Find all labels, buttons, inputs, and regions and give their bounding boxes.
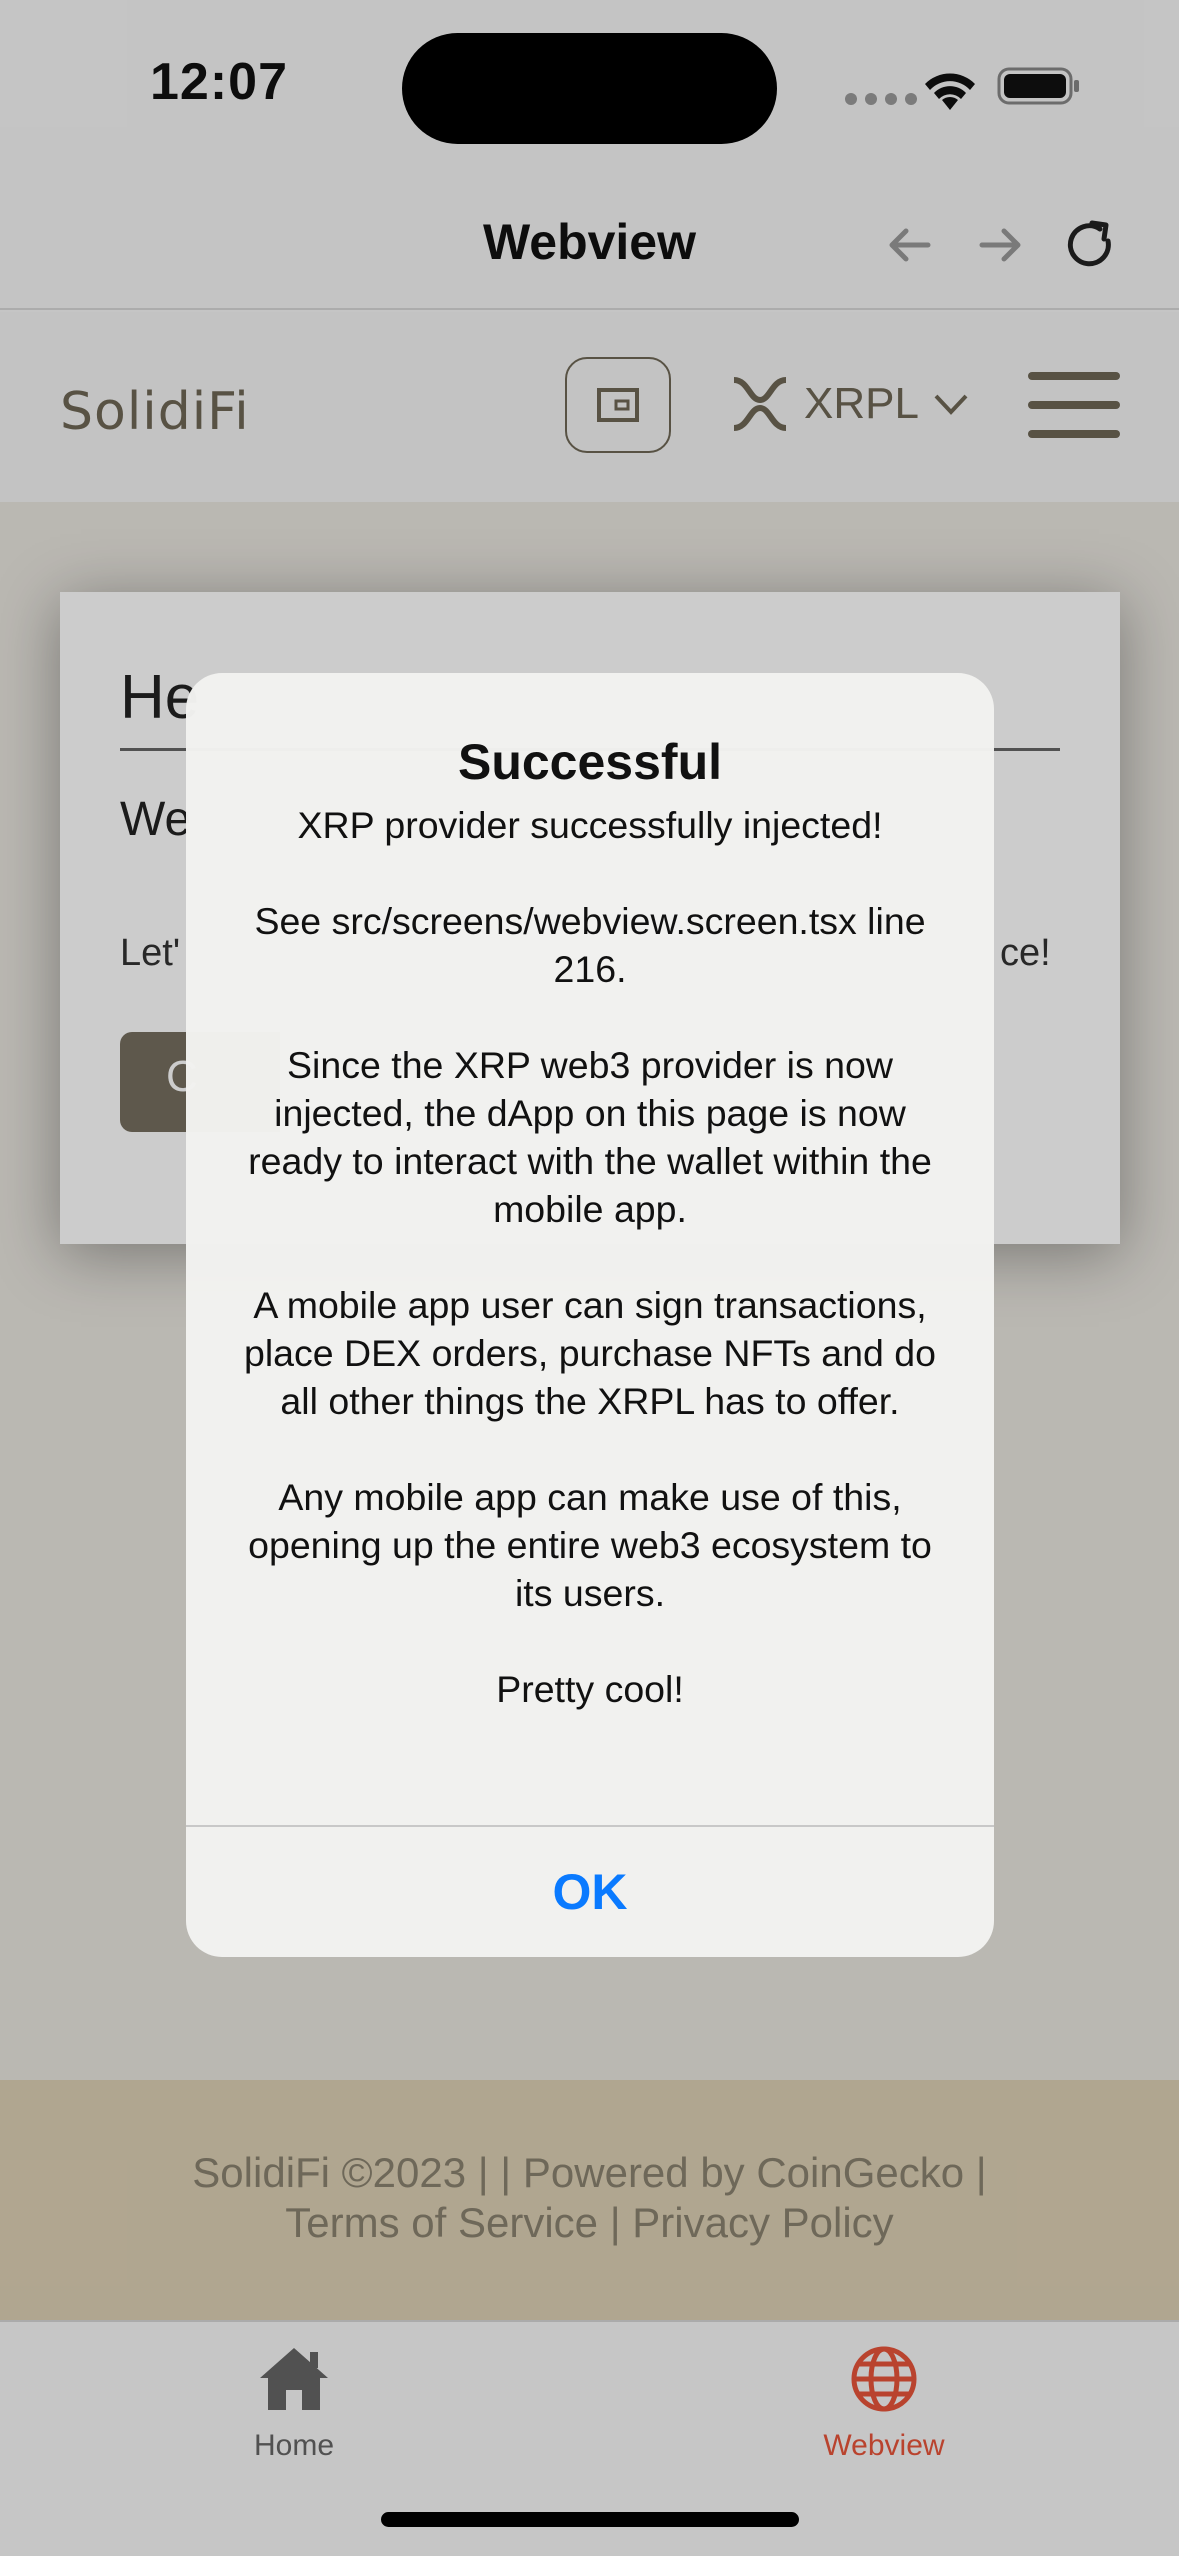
alert-paragraph: Any mobile app can make use of this, ope… (248, 1476, 932, 1614)
alert-message: XRP provider successfully injected! See … (226, 801, 954, 1761)
alert-title: Successful (457, 734, 722, 790)
alert-paragraph: Since the XRP web3 provider is now injec… (248, 1044, 932, 1230)
alert-paragraph: See src/screens/webview.screen.tsx line … (254, 900, 926, 990)
alert-paragraph: Pretty cool! (496, 1668, 684, 1710)
alert-paragraph: A mobile app user can sign transactions,… (243, 1284, 936, 1422)
alert-dialog: Successful XRP provider successfully inj… (186, 673, 994, 1957)
home-indicator[interactable] (381, 2512, 799, 2527)
alert-ok-button[interactable]: OK (186, 1827, 994, 1957)
alert-paragraph: XRP provider successfully injected! (297, 804, 883, 846)
